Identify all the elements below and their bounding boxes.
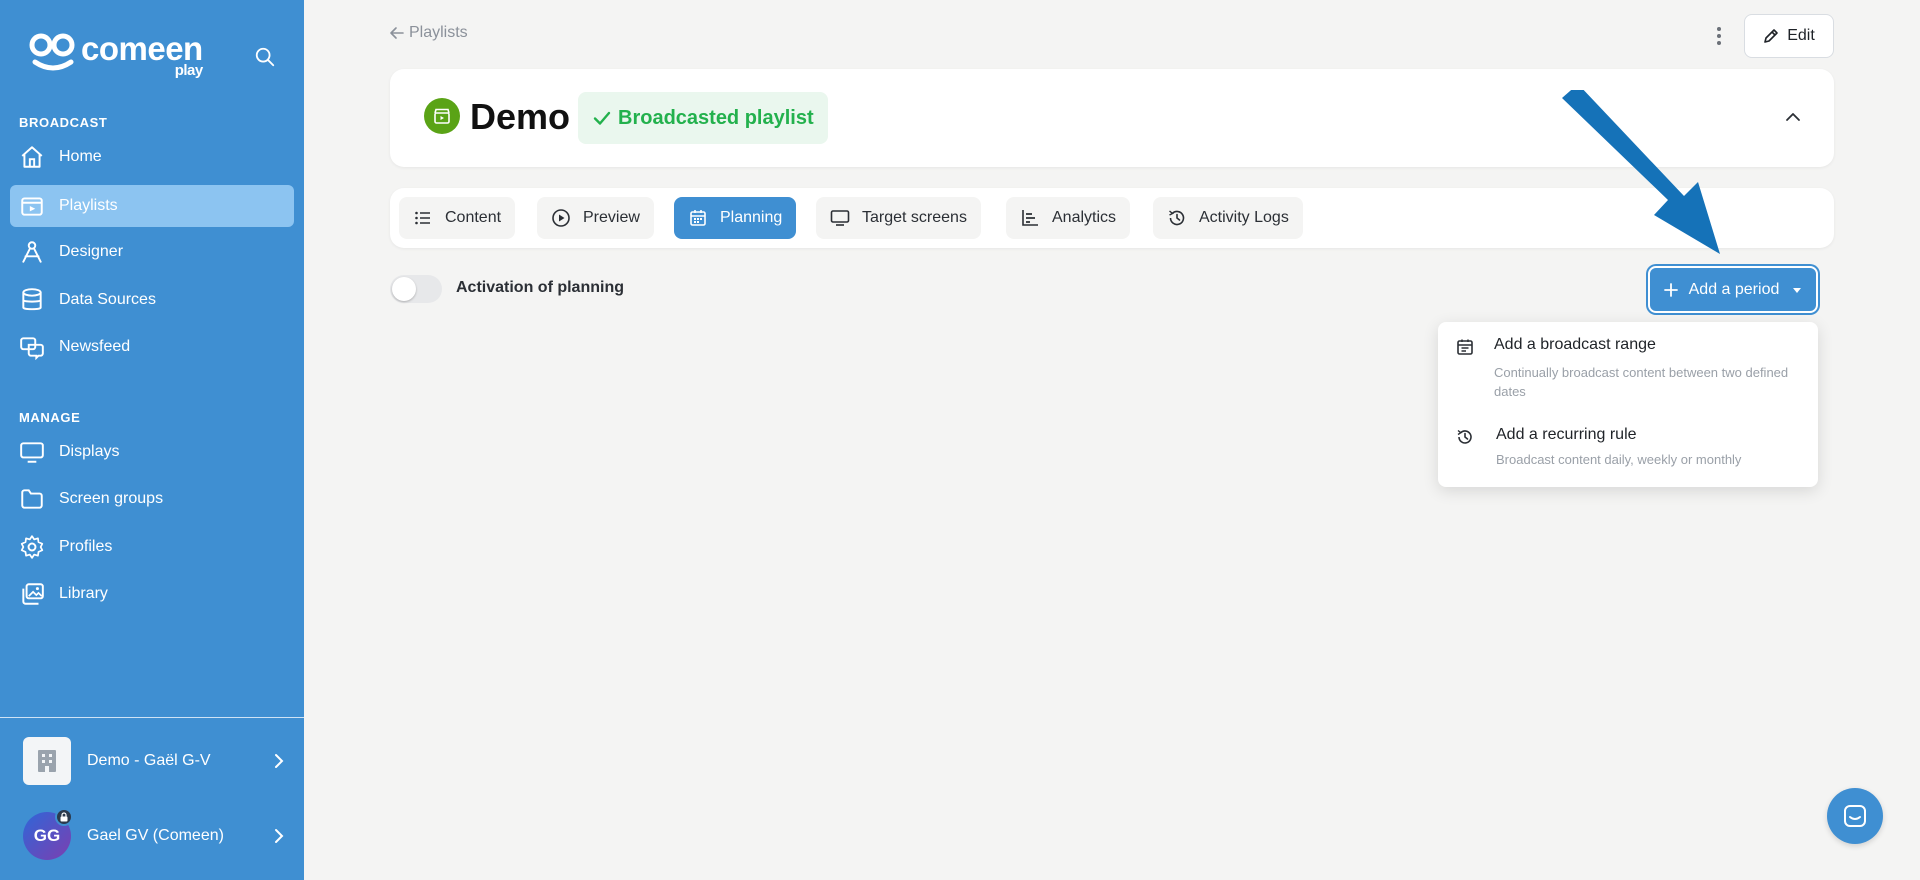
tab-content[interactable]: Content — [399, 197, 516, 239]
sidebar-item-designer[interactable]: Designer — [10, 231, 294, 273]
sidebar-item-screen-groups[interactable]: Screen groups — [10, 478, 294, 520]
pointer-arrow-annotation — [1562, 90, 1720, 254]
edit-button-label: Edit — [1787, 27, 1815, 44]
sidebar-item-label: Data Sources — [59, 291, 156, 308]
sidebar-item-newsfeed[interactable]: Newsfeed — [10, 326, 294, 368]
plus-icon — [1663, 282, 1678, 297]
playlist-icon — [21, 197, 43, 216]
tab-label: Target screens — [862, 209, 967, 226]
section-title-manage: MANAGE — [19, 410, 81, 425]
designer-icon — [22, 241, 42, 263]
lock-badge-icon — [55, 808, 73, 826]
playlist-type-icon — [424, 98, 460, 134]
sidebar: comeen play BROADCAST Home Playlists Des… — [0, 0, 304, 880]
organization-switcher[interactable]: Demo - Gaël G-V — [23, 736, 287, 786]
bar-chart-icon — [1022, 210, 1038, 226]
tab-label: Content — [445, 209, 502, 226]
monitor-icon — [20, 442, 44, 463]
gear-icon — [20, 535, 44, 559]
sidebar-item-label: Designer — [59, 243, 124, 260]
add-period-button[interactable]: Add a period — [1648, 266, 1818, 313]
clapperboard-icon — [434, 108, 450, 124]
chevron-up-icon[interactable] — [1782, 106, 1804, 128]
sidebar-item-label: Playlists — [59, 197, 118, 214]
sidebar-item-library[interactable]: Library — [10, 573, 294, 615]
sidebar-divider — [0, 717, 304, 718]
menu-item-description: Broadcast content daily, weekly or month… — [1496, 452, 1742, 467]
building-icon — [38, 750, 56, 772]
sidebar-item-label: Home — [59, 148, 102, 165]
back-to-playlists-link[interactable]: Playlists — [389, 24, 468, 42]
user-name: Gael GV (Comeen) — [87, 827, 224, 844]
home-icon — [21, 146, 43, 168]
menu-item-title: Add a broadcast range — [1494, 336, 1656, 353]
sidebar-item-label: Library — [59, 585, 108, 602]
toggle-knob — [392, 277, 416, 301]
play-circle-icon — [552, 209, 570, 227]
library-icon — [22, 583, 44, 605]
chevron-right-icon — [275, 829, 284, 843]
add-period-label: Add a period — [1688, 280, 1780, 298]
list-icon — [415, 211, 430, 225]
organization-name: Demo - Gaël G-V — [87, 752, 211, 769]
pencil-icon — [1764, 29, 1779, 43]
add-period-menu: Add a broadcast range Continually broadc… — [1438, 322, 1818, 487]
tab-analytics[interactable]: Analytics — [1006, 197, 1131, 239]
user-avatar: GG — [23, 808, 73, 860]
menu-item-description: Continually broadcast content between tw… — [1494, 365, 1789, 399]
history-icon — [1169, 210, 1185, 226]
status-badge-label: Broadcasted playlist — [618, 106, 814, 129]
sidebar-item-playlists[interactable]: Playlists — [10, 185, 294, 227]
comeen-logo[interactable]: comeen play — [29, 32, 203, 78]
sidebar-item-home[interactable]: Home — [10, 136, 294, 178]
tab-label: Activity Logs — [1199, 209, 1289, 226]
tab-preview[interactable]: Preview — [537, 197, 654, 239]
tab-activity-logs[interactable]: Activity Logs — [1153, 197, 1303, 239]
tab-label: Analytics — [1052, 209, 1117, 226]
tab-target-screens[interactable]: Target screens — [816, 197, 981, 239]
user-menu[interactable]: GG Gael GV (Comeen) — [23, 808, 287, 861]
chevron-right-icon — [275, 754, 284, 768]
menu-item-recurring-rule[interactable]: Add a recurring rule Broadcast content d… — [1456, 426, 1800, 474]
monitor-icon — [830, 210, 850, 226]
sidebar-item-label: Displays — [59, 443, 120, 460]
calendar-icon — [690, 210, 706, 226]
check-icon — [593, 111, 611, 125]
tab-label: Planning — [720, 209, 783, 226]
sidebar-item-displays[interactable]: Displays — [10, 431, 294, 473]
more-vertical-icon — [1717, 27, 1721, 45]
sidebar-item-label: Profiles — [59, 538, 113, 555]
sidebar-item-label: Screen groups — [59, 490, 164, 507]
history-icon — [1457, 429, 1472, 444]
tab-planning[interactable]: Planning — [674, 197, 797, 239]
caret-down-icon — [1793, 287, 1802, 293]
menu-item-broadcast-range[interactable]: Add a broadcast range Continually broadc… — [1456, 336, 1800, 399]
folder-icon — [21, 489, 43, 509]
newsfeed-icon — [20, 337, 44, 360]
chat-icon — [1844, 805, 1866, 827]
sidebar-item-profiles[interactable]: Profiles — [10, 526, 294, 568]
activation-of-planning-label: Activation of planning — [456, 279, 624, 296]
edit-button[interactable]: Edit — [1744, 14, 1834, 58]
chat-support-button[interactable] — [1827, 788, 1883, 844]
back-link-label: Playlists — [409, 24, 468, 41]
arrow-left-icon — [390, 27, 404, 39]
database-icon — [22, 288, 42, 311]
organization-avatar — [23, 737, 71, 785]
search-icon[interactable] — [254, 46, 276, 68]
sidebar-item-data-sources[interactable]: Data Sources — [10, 279, 294, 321]
logo-mark-icon — [29, 33, 75, 71]
section-title-broadcast: BROADCAST — [19, 115, 108, 130]
activation-of-planning-toggle[interactable] — [390, 275, 442, 303]
playlist-title: Demo — [470, 96, 571, 137]
logo-sub: play — [174, 62, 204, 79]
calendar-icon — [1457, 339, 1473, 355]
tab-label: Preview — [583, 209, 640, 226]
more-options-button[interactable] — [1710, 22, 1728, 50]
user-initials: GG — [33, 826, 61, 845]
menu-item-title: Add a recurring rule — [1496, 426, 1637, 443]
sidebar-item-label: Newsfeed — [59, 338, 131, 355]
status-badge: Broadcasted playlist — [578, 92, 828, 144]
